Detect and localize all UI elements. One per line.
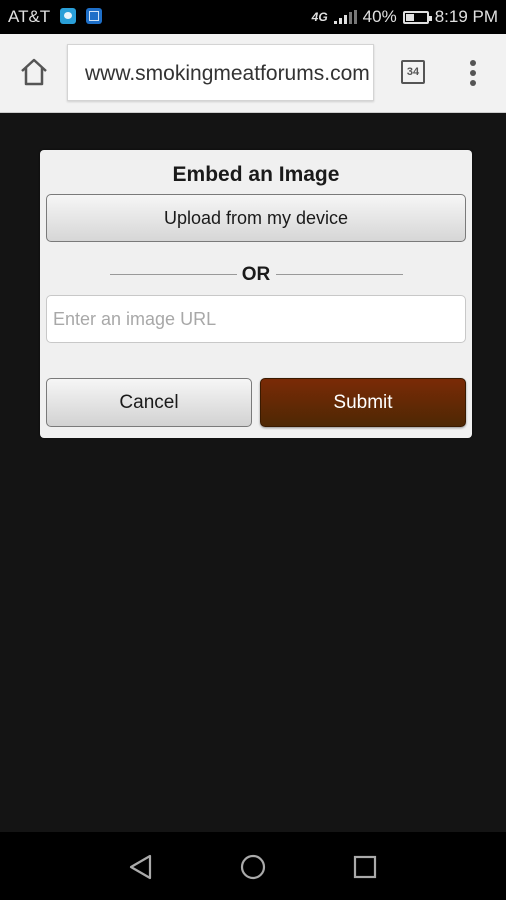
battery-percent: 40% — [362, 7, 397, 26]
status-bar: AT&T 4G 40% 8:19 PM — [0, 0, 506, 34]
battery-icon — [402, 10, 432, 24]
menu-dot — [470, 60, 476, 66]
url-text[interactable]: www.smokingmeatforums.com — [85, 62, 370, 86]
menu-dot — [470, 70, 476, 76]
back-button[interactable] — [126, 852, 156, 882]
menu-dot — [470, 80, 476, 86]
browser-toolbar: www.smokingmeatforums.com 34 — [0, 34, 506, 113]
address-bar[interactable]: www.smokingmeatforums.com — [67, 44, 374, 101]
home-button[interactable] — [18, 56, 50, 88]
status-indicators: 4G 40% 8:19 PM — [312, 7, 498, 27]
or-divider: OR — [40, 263, 472, 285]
battery-fill — [405, 13, 414, 21]
clock: 8:19 PM — [434, 7, 498, 26]
divider-line-right — [276, 274, 403, 275]
network-label: 4G — [311, 10, 328, 24]
image-url-input[interactable] — [46, 295, 466, 343]
recent-apps-button[interactable] — [350, 852, 380, 882]
circle-home-icon — [240, 854, 266, 880]
gallery-notification-icon — [86, 8, 102, 24]
messages-notification-icon — [60, 8, 76, 24]
submit-button[interactable]: Submit — [260, 378, 466, 427]
square-recents-icon — [353, 855, 377, 879]
overflow-menu-button[interactable] — [466, 60, 480, 86]
network-type-icon: 4G — [312, 10, 328, 24]
back-icon — [129, 854, 152, 880]
upload-from-device-button[interactable]: Upload from my device — [46, 194, 466, 242]
dialog-title: Embed an Image — [172, 163, 340, 186]
system-home-button[interactable] — [238, 852, 268, 882]
carrier-label: AT&T — [8, 7, 51, 26]
tab-switcher-button[interactable]: 34 — [401, 60, 425, 84]
signal-strength-icon — [333, 10, 357, 24]
system-navigation-bar — [0, 832, 506, 900]
cancel-button[interactable]: Cancel — [46, 378, 252, 427]
or-label: OR — [241, 264, 271, 285]
home-icon — [21, 58, 47, 86]
embed-image-dialog: Embed an Image Upload from my device OR … — [40, 150, 472, 438]
